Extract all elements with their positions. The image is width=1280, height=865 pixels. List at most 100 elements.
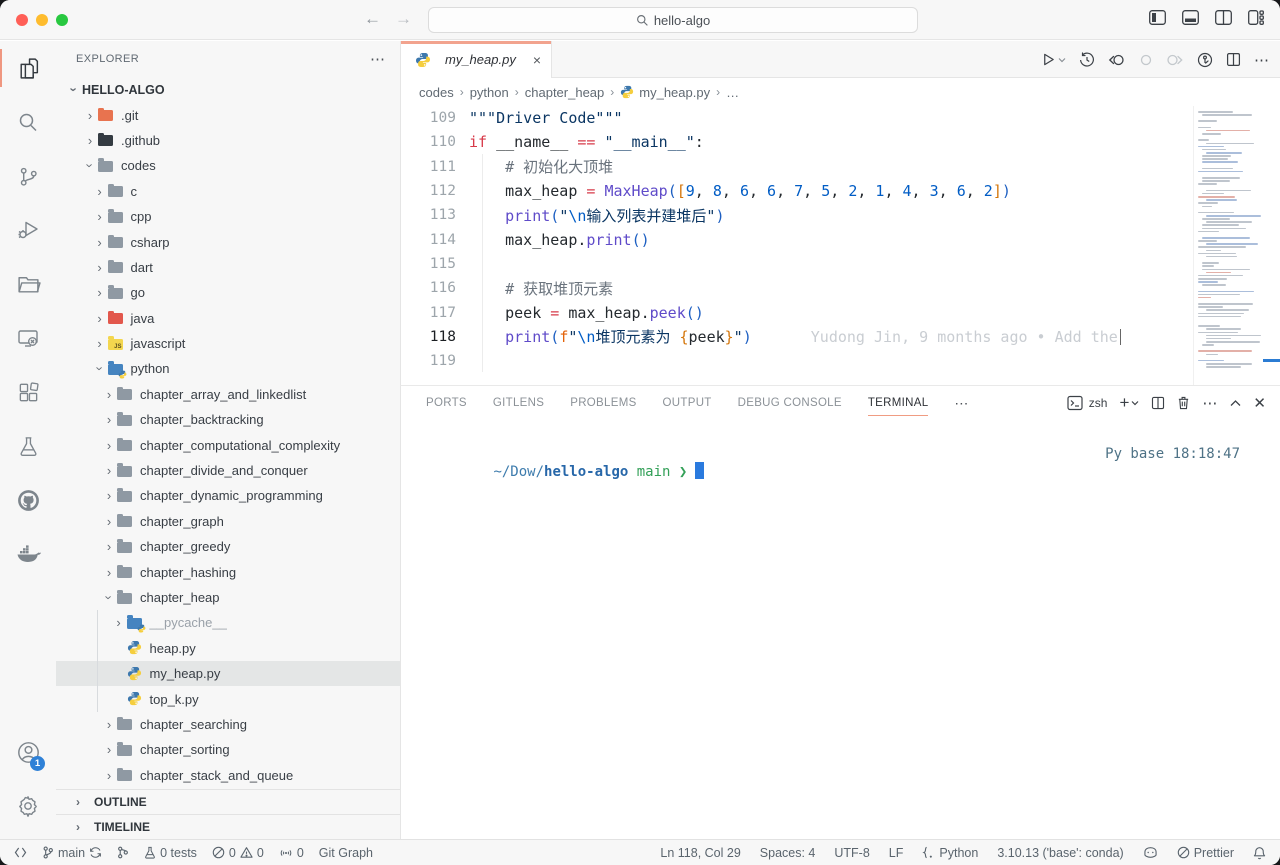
branch-indicator[interactable]: main [42, 846, 102, 860]
split-editor-icon[interactable] [1226, 52, 1241, 67]
sidebar-section-outline[interactable]: ›OUTLINE [56, 789, 400, 814]
chevron-right-icon[interactable]: › [92, 286, 108, 299]
code-line-112[interactable]: 112 max_heap = MaxHeap([9, 8, 6, 6, 7, 5… [401, 179, 1280, 203]
chevron-right-icon[interactable]: › [101, 439, 117, 452]
activity-explorer-icon[interactable] [0, 41, 56, 95]
panel-tab-output[interactable]: OUTPUT [663, 386, 712, 420]
toggle-panel-icon[interactable] [1182, 10, 1199, 25]
activity-search-icon[interactable] [0, 95, 56, 149]
chevron-right-icon[interactable]: › [101, 540, 117, 553]
panel-tab-gitlens[interactable]: GITLENS [493, 386, 544, 420]
copilot-status[interactable] [1143, 846, 1158, 859]
activity-remote-explorer-icon[interactable] [0, 311, 56, 365]
code-line-111[interactable]: 111 # 初始化大顶堆 [401, 155, 1280, 179]
chevron-right-icon[interactable]: › [82, 134, 98, 147]
tree-item-chapter-searching[interactable]: ›chapter_searching [56, 712, 400, 737]
customize-layout-icon[interactable] [1248, 10, 1264, 25]
chevron-right-icon[interactable]: › [101, 413, 117, 426]
code-line-115[interactable]: 115 [401, 252, 1280, 276]
explorer-actions-icon[interactable]: ⋯ [370, 50, 386, 68]
tree-item-chapter-dynamic-programming[interactable]: ›chapter_dynamic_programming [56, 483, 400, 508]
tree-item-my-heap-py[interactable]: ›my_heap.py [56, 661, 400, 686]
zoom-window-button[interactable] [56, 14, 68, 26]
close-panel-icon[interactable]: ✕ [1253, 394, 1266, 412]
chevron-right-icon[interactable]: › [92, 337, 108, 350]
run-python-file-button[interactable] [1041, 52, 1066, 67]
notifications-bell[interactable] [1253, 846, 1266, 860]
gitlens-graph-icon[interactable] [1197, 52, 1213, 68]
chevron-right-icon[interactable]: › [101, 566, 117, 579]
language-mode[interactable]: Python [922, 846, 978, 860]
breadcrumb-item-codes[interactable]: codes [419, 85, 454, 100]
split-editor-layout-icon[interactable] [1215, 10, 1232, 25]
previous-change-icon[interactable] [1108, 53, 1126, 67]
code-line-119[interactable]: 119 [401, 349, 1280, 373]
breadcrumb-item-python[interactable]: python [470, 85, 509, 100]
chevron-right-icon[interactable]: › [101, 464, 117, 477]
panel-tab-ports[interactable]: PORTS [426, 386, 467, 420]
activity-open-folder-icon[interactable] [0, 257, 56, 311]
ports-indicator[interactable]: 0 [279, 846, 304, 860]
code-line-113[interactable]: 113 print("\n输入列表并建堆后") [401, 203, 1280, 227]
code-line-118[interactable]: 118 print(f"\n堆顶元素为 {peek}") Yudong Jin,… [401, 325, 1280, 349]
chevron-right-icon[interactable]: › [101, 743, 117, 756]
activity-github-icon[interactable] [0, 473, 56, 527]
chevron-right-icon[interactable]: › [101, 515, 117, 528]
split-terminal-icon[interactable] [1151, 396, 1165, 410]
tree-item-csharp[interactable]: ›csharp [56, 229, 400, 254]
activity-docker-icon[interactable] [0, 527, 56, 581]
git-graph-button[interactable] [117, 846, 129, 859]
tree-item-chapter-divide-and-conquer[interactable]: ›chapter_divide_and_conquer [56, 458, 400, 483]
panel-tab-problems[interactable]: PROBLEMS [570, 386, 636, 420]
panel-tab-terminal[interactable]: TERMINAL [868, 386, 929, 420]
formatter-status[interactable]: Prettier [1177, 846, 1234, 860]
tree-item--pycache-[interactable]: ›__pycache__ [56, 610, 400, 635]
tree-item-chapter-sorting[interactable]: ›chapter_sorting [56, 737, 400, 762]
panel-tabs-more-icon[interactable]: ⋯ [954, 395, 969, 412]
chevron-right-icon[interactable]: › [82, 109, 98, 122]
tree-item-chapter-graph[interactable]: ›chapter_graph [56, 509, 400, 534]
file-history-icon[interactable] [1079, 52, 1095, 68]
eol-setting[interactable]: LF [889, 846, 904, 860]
breadcrumb-item-my-heap-py[interactable]: my_heap.py [620, 85, 710, 100]
code-line-110[interactable]: 110if __name__ == "__main__": [401, 130, 1280, 154]
breadcrumb-item-chapter-heap[interactable]: chapter_heap [525, 85, 605, 100]
tree-item-go[interactable]: ›go [56, 280, 400, 305]
chevron-right-icon[interactable]: › [101, 718, 117, 731]
chevron-right-icon[interactable]: › [101, 388, 117, 401]
chevron-right-icon[interactable]: › [92, 261, 108, 274]
new-terminal-button[interactable]: + [1119, 393, 1139, 413]
panel-tab-debug-console[interactable]: DEBUG CONSOLE [738, 386, 842, 420]
activity-source-control-icon[interactable] [0, 149, 56, 203]
toggle-sidebar-icon[interactable] [1149, 10, 1166, 25]
tree-item--git[interactable]: ›.git [56, 102, 400, 127]
chevron-down-icon[interactable]: › [93, 361, 106, 377]
close-tab-icon[interactable]: × [533, 52, 541, 68]
chevron-right-icon[interactable]: › [111, 616, 127, 629]
tree-item-codes[interactable]: ›codes [56, 153, 400, 178]
tree-item-top-k-py[interactable]: ›top_k.py [56, 686, 400, 711]
next-change-icon[interactable] [1166, 53, 1184, 67]
tree-item-cpp[interactable]: ›cpp [56, 204, 400, 229]
chevron-down-icon[interactable]: › [68, 82, 81, 98]
activity-extensions-icon[interactable] [0, 365, 56, 419]
python-interpreter[interactable]: 3.10.13 ('base': conda) [997, 846, 1123, 860]
chevron-down-icon[interactable]: › [103, 590, 116, 606]
minimize-window-button[interactable] [36, 14, 48, 26]
code-line-114[interactable]: 114 max_heap.print() [401, 227, 1280, 251]
chevron-down-icon[interactable]: › [84, 158, 97, 174]
panel-more-actions-icon[interactable]: ⋯ [1202, 394, 1218, 412]
activity-testing-icon[interactable] [0, 419, 56, 473]
activity-run-debug-icon[interactable] [0, 203, 56, 257]
chevron-right-icon[interactable]: › [92, 210, 108, 223]
tree-item--github[interactable]: ›.github [56, 128, 400, 153]
tree-item-javascript[interactable]: ›javascript [56, 331, 400, 356]
encoding-setting[interactable]: UTF-8 [834, 846, 869, 860]
tree-item-heap-py[interactable]: ›heap.py [56, 636, 400, 661]
tree-item-chapter-heap[interactable]: ›chapter_heap [56, 585, 400, 610]
chevron-right-icon[interactable]: › [101, 489, 117, 502]
tree-item-chapter-stack-and-queue[interactable]: ›chapter_stack_and_queue [56, 763, 400, 788]
remote-indicator[interactable] [14, 847, 27, 858]
editor-more-actions-icon[interactable]: ⋯ [1254, 51, 1270, 69]
code-line-117[interactable]: 117 peek = max_heap.peek() [401, 300, 1280, 324]
